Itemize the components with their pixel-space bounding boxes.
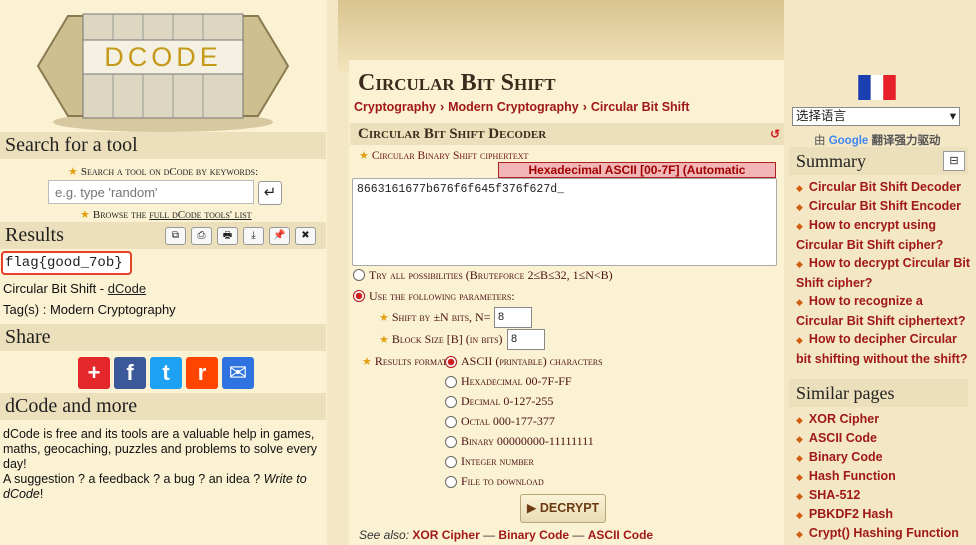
option-try-all-label: Try all possibilities (Bruteforce 2≤B≤32… xyxy=(369,268,613,282)
detection-badge: Hexadecimal ASCII [00-7F] (Automatic Det… xyxy=(498,162,776,191)
breadcrumb-modern-cryptography[interactable]: Modern Cryptography xyxy=(448,100,579,114)
language-select[interactable]: 选择语言 ▾ xyxy=(792,107,960,126)
summary-link-encoder[interactable]: ◆ Circular Bit Shift Encoder xyxy=(796,197,971,217)
format-octal-label: Octal 000-177-377 xyxy=(461,414,555,428)
star-icon: ★ xyxy=(362,356,372,368)
format-decimal-label: Decimal 0-127-255 xyxy=(461,394,554,408)
breadcrumb-cryptography[interactable]: Cryptography xyxy=(354,100,436,114)
option-use-params-label: Use the following parameters: xyxy=(369,289,515,303)
format-ascii-label: ASCII (printable) characters xyxy=(461,354,603,368)
more-heading: dCode and more xyxy=(0,393,326,420)
result-value[interactable]: flag{good_7ob} xyxy=(1,251,132,275)
share-email-button[interactable]: ✉ xyxy=(222,357,254,389)
download-result-button[interactable]: ⤓ xyxy=(243,227,264,245)
summary-link-decipher[interactable]: ◆ How to decipher Circular bit shifting w… xyxy=(796,330,971,369)
share-reddit-button[interactable]: r xyxy=(186,357,218,389)
shift-input[interactable]: 8 xyxy=(494,307,532,328)
decrypt-button[interactable]: ▶ DECRYPT xyxy=(520,494,606,523)
star-icon: ★ xyxy=(379,334,389,346)
see-also-ascii-link[interactable]: ASCII Code xyxy=(588,528,653,542)
pin-result-button[interactable]: 📌 xyxy=(269,227,290,245)
share-addthis-button[interactable]: + xyxy=(78,357,110,389)
left-sidebar: DCODE Search for a tool ★ Search a tool o… xyxy=(0,0,327,545)
dcode-link[interactable]: dCode xyxy=(108,281,146,296)
radio-format-binary[interactable] xyxy=(445,436,457,448)
radio-format-hex[interactable] xyxy=(445,376,457,388)
format-hex-label: Hexadecimal 00-7F-FF xyxy=(461,374,572,388)
format-binary-label: Binary 00000000-11111111 xyxy=(461,434,594,448)
breadcrumb-circular-bit-shift[interactable]: Circular Bit Shift xyxy=(591,100,690,114)
save-result-button[interactable]: ⎙ xyxy=(191,227,212,245)
summary-link-encrypt[interactable]: ◆ How to encrypt using Circular Bit Shift… xyxy=(796,216,971,255)
summary-heading: Summary ⊟ xyxy=(789,147,968,175)
see-also-binary-link[interactable]: Binary Code xyxy=(498,528,569,542)
about-text: dCode is free and its tools are a valuab… xyxy=(3,427,318,501)
shift-label: ★ Shift by ±N bits, N= xyxy=(379,310,491,324)
similar-link-sha512[interactable]: ◆ SHA-512 xyxy=(796,486,971,506)
enter-icon: ↵ xyxy=(263,184,277,201)
format-file-label: File to download xyxy=(461,474,544,488)
breadcrumb: Cryptography › Modern Cryptography › Circula… xyxy=(354,100,690,114)
radio-format-ascii[interactable] xyxy=(445,356,457,368)
similar-link-ascii[interactable]: ◆ ASCII Code xyxy=(796,429,971,449)
radio-format-decimal[interactable] xyxy=(445,396,457,408)
logo-text: DCODE xyxy=(104,42,222,72)
block-size-input[interactable]: 8 xyxy=(507,329,545,350)
browse-tools-link[interactable]: ★ Browse the full dCode tools' list xyxy=(80,208,252,221)
search-submit-button[interactable]: ↵ xyxy=(258,181,282,205)
chevron-down-icon: ▾ xyxy=(949,109,956,123)
similar-link-binary[interactable]: ◆ Binary Code xyxy=(796,448,971,468)
similar-link-xor[interactable]: ◆ XOR Cipher xyxy=(796,410,971,430)
star-icon: ★ xyxy=(80,209,90,221)
radio-format-file[interactable] xyxy=(445,476,457,488)
radio-format-octal[interactable] xyxy=(445,416,457,428)
collapse-icon[interactable]: ⊟ xyxy=(943,151,965,171)
results-format-label: ★ Results format xyxy=(362,354,447,368)
clear-result-button[interactable]: ✖ xyxy=(295,227,316,245)
reload-icon[interactable]: ↺ xyxy=(770,123,780,145)
search-keywords-label: ★ Search a tool on dCode by keywords: xyxy=(68,166,259,178)
see-also-xor-link[interactable]: XOR Cipher xyxy=(412,528,479,542)
tool-heading: Circular Bit Shift Decoder ↺ xyxy=(350,123,784,145)
ciphertext-label: ★ Circular Binary Shift ciphertext xyxy=(359,150,529,162)
summary-link-decoder[interactable]: ◆ Circular Bit Shift Decoder xyxy=(796,178,971,198)
radio-try-all[interactable] xyxy=(353,269,365,281)
see-also: See also: XOR Cipher — Binary Code — ASC… xyxy=(359,528,654,542)
summary-link-recognize[interactable]: ◆ How to recognize a Circular Bit Shift c… xyxy=(796,292,971,331)
similar-link-hash[interactable]: ◆ Hash Function xyxy=(796,467,971,487)
star-icon: ★ xyxy=(359,150,369,162)
star-icon: ★ xyxy=(68,166,78,178)
dcode-logo[interactable]: DCODE xyxy=(28,6,298,132)
search-heading: Search for a tool xyxy=(0,132,326,159)
ciphertext-input[interactable]: 8663161677b676f6f645f376f627d_ xyxy=(352,178,777,266)
result-tool-line: Circular Bit Shift - dCode xyxy=(3,281,147,296)
result-tags: Tag(s) : Modern Cryptography xyxy=(3,302,176,317)
copy-result-button[interactable]: ⧉ xyxy=(165,227,186,245)
summary-link-decrypt[interactable]: ◆ How to decrypt Circular Bit Shift ciphe… xyxy=(796,254,971,293)
format-integer-label: Integer number xyxy=(461,454,534,468)
similar-link-crypt[interactable]: ◆ Crypt() Hashing Function xyxy=(796,524,971,544)
share-facebook-button[interactable]: f xyxy=(114,357,146,389)
share-heading: Share xyxy=(0,324,326,351)
google-translate-credit: 由 Google 翻译强力驱动 xyxy=(814,135,941,147)
star-icon: ★ xyxy=(379,312,389,324)
radio-use-params[interactable] xyxy=(353,290,365,302)
radio-format-integer[interactable] xyxy=(445,456,457,468)
block-size-label: ★ Block Size [B] (in bits) xyxy=(379,332,503,346)
similar-link-pbkdf2[interactable]: ◆ PBKDF2 Hash xyxy=(796,505,971,525)
page-title: Circular Bit Shift xyxy=(358,70,556,96)
french-flag-icon[interactable] xyxy=(857,75,897,100)
similar-heading: Similar pages xyxy=(789,379,968,407)
share-twitter-button[interactable]: t xyxy=(150,357,182,389)
search-input[interactable] xyxy=(48,180,254,204)
print-result-button[interactable]: 🖶 xyxy=(217,227,238,245)
